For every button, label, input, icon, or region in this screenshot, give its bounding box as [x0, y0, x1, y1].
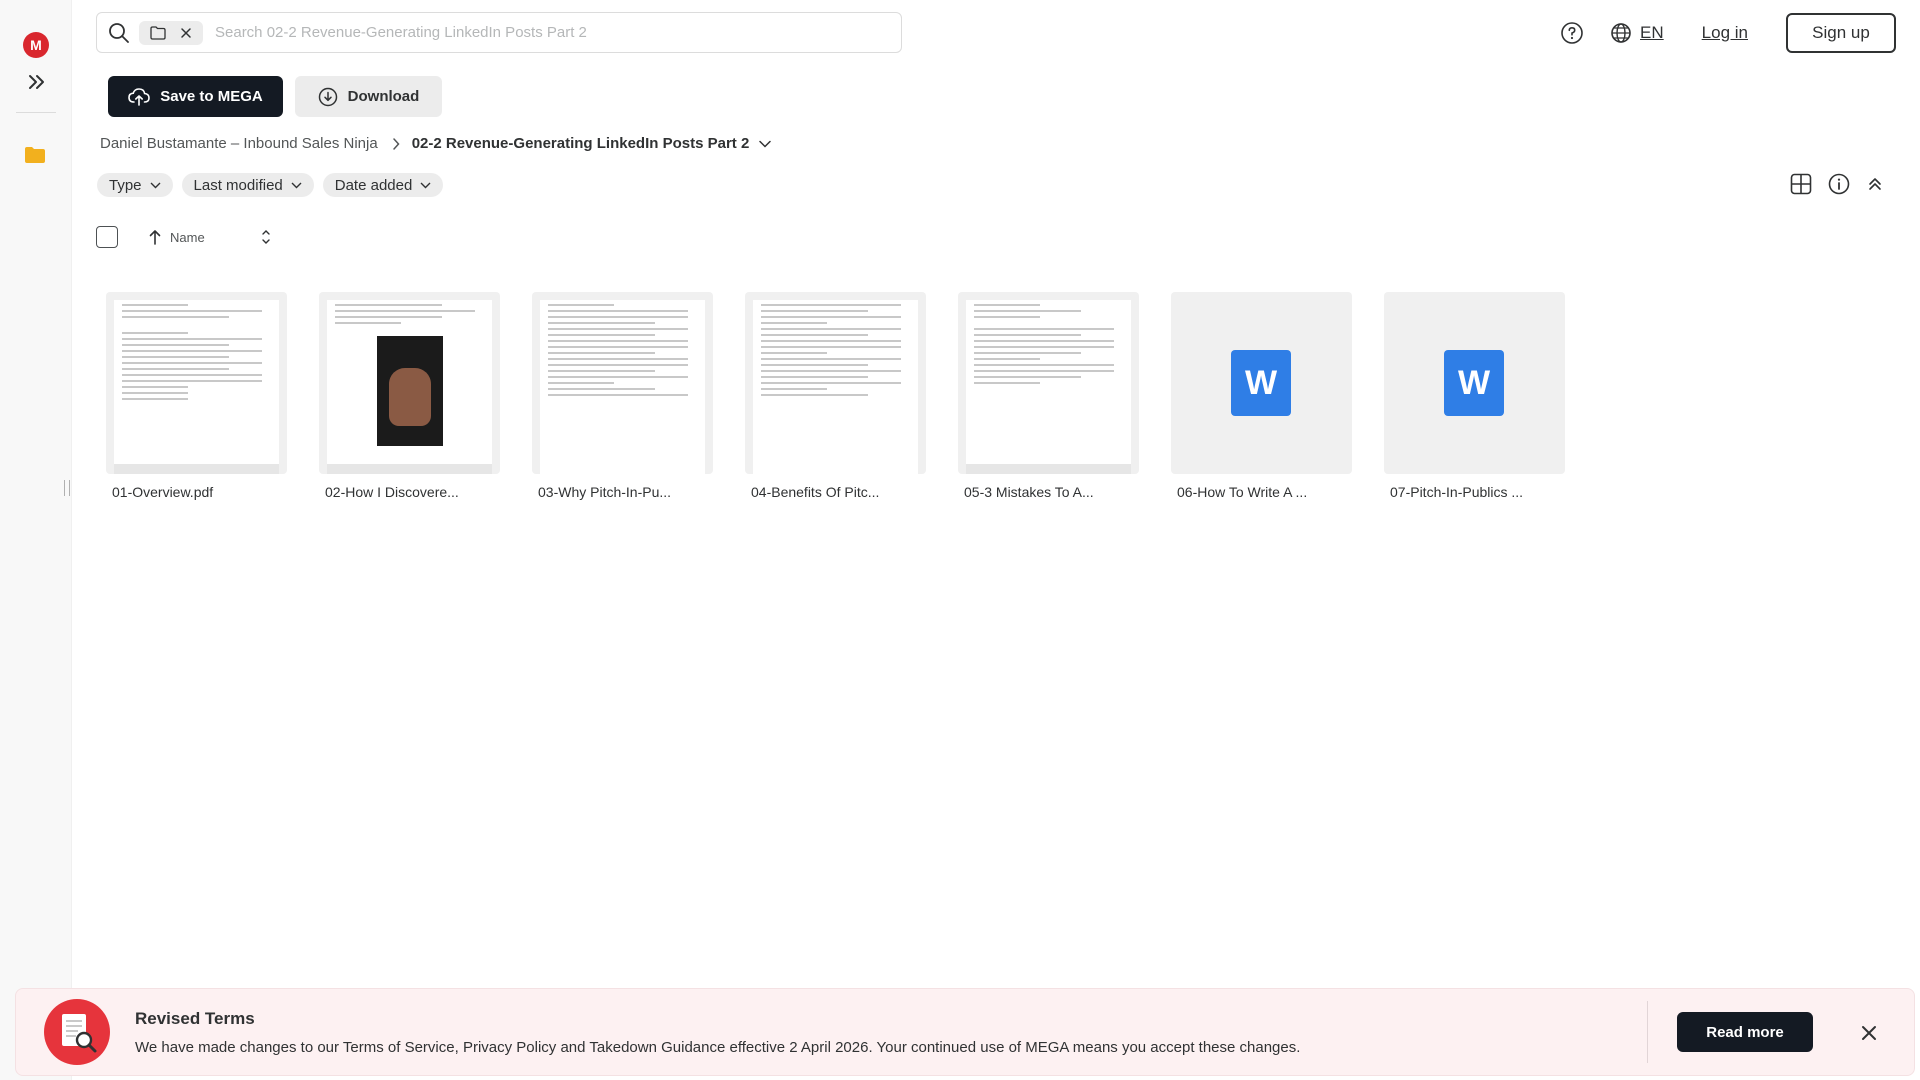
- rail-divider: [16, 112, 56, 113]
- mega-logo[interactable]: M: [23, 32, 49, 58]
- file-name: 07-Pitch-In-Publics ...: [1390, 484, 1524, 500]
- pdf-page-preview: [114, 300, 279, 474]
- file-tile[interactable]: W 06-How To Write A ...: [1171, 292, 1352, 500]
- login-link[interactable]: Log in: [1702, 23, 1748, 43]
- folder-outline-icon: [150, 25, 166, 40]
- download-label: Download: [347, 88, 420, 105]
- breadcrumb-current: 02-2 Revenue-Generating LinkedIn Posts P…: [411, 135, 750, 152]
- banner-message: We have made changes to our Terms of Ser…: [135, 1039, 1301, 1056]
- left-rail: M: [0, 0, 72, 1080]
- name-column-header[interactable]: Name: [170, 230, 205, 245]
- language-selector[interactable]: EN: [1610, 22, 1664, 44]
- filter-type[interactable]: Type: [97, 173, 173, 197]
- file-thumbnail: W: [1384, 292, 1565, 474]
- search-bar: [96, 12, 902, 53]
- help-icon[interactable]: [1560, 21, 1584, 45]
- view-tools: [1774, 173, 1884, 195]
- file-thumbnail: [106, 292, 287, 474]
- word-document-icon: W: [1444, 350, 1504, 416]
- header-actions: EN Log in Sign up: [1560, 12, 1896, 53]
- chevron-right-icon: [392, 137, 400, 150]
- word-document-icon: W: [1231, 350, 1291, 416]
- sort-ascending-icon[interactable]: [148, 229, 162, 245]
- file-name: 06-How To Write A ...: [1177, 484, 1308, 500]
- grid-view-icon[interactable]: [1790, 173, 1812, 195]
- portrait-photo: [377, 336, 443, 446]
- filter-type-label: Type: [109, 176, 142, 194]
- read-more-button[interactable]: Read more: [1677, 1012, 1813, 1052]
- terms-document-icon: [44, 999, 110, 1065]
- file-tile[interactable]: 03-Why Pitch-In-Pu...: [532, 292, 713, 500]
- sidebar-resize-handle[interactable]: [64, 480, 70, 496]
- banner-divider: [1647, 1001, 1648, 1063]
- pdf-page-preview: [753, 300, 918, 474]
- file-name: 02-How I Discovere...: [325, 484, 459, 500]
- action-buttons: Save to MEGA Download: [108, 76, 442, 117]
- list-header: Name: [96, 226, 271, 248]
- file-tile[interactable]: 04-Benefits Of Pitc...: [745, 292, 926, 500]
- expand-sidebar-icon[interactable]: [26, 72, 48, 92]
- search-scope-chip: [139, 20, 203, 45]
- chevron-down-icon[interactable]: [759, 140, 772, 148]
- breadcrumb: Daniel Bustamante – Inbound Sales Ninja …: [100, 135, 772, 152]
- sort-toggle-icon[interactable]: [261, 228, 271, 246]
- clear-scope-icon[interactable]: [180, 27, 192, 39]
- info-icon[interactable]: [1828, 173, 1850, 195]
- breadcrumb-parent[interactable]: Daniel Bustamante – Inbound Sales Ninja: [100, 135, 378, 152]
- cloud-drive-folder-icon[interactable]: [24, 146, 46, 164]
- download-button[interactable]: Download: [295, 76, 442, 117]
- collapse-up-icon[interactable]: [1866, 175, 1884, 193]
- chevron-down-icon: [291, 182, 302, 188]
- pdf-page-preview: [327, 300, 492, 474]
- filter-bar: Type Last modified Date added: [97, 173, 452, 197]
- pdf-page-preview: [966, 300, 1131, 474]
- file-thumbnail: W: [1171, 292, 1352, 474]
- pdf-page-preview: [540, 300, 705, 474]
- chevron-down-icon: [420, 182, 431, 188]
- file-thumbnail: [319, 292, 500, 474]
- file-tile[interactable]: W 07-Pitch-In-Publics ...: [1384, 292, 1565, 500]
- file-tile[interactable]: 02-How I Discovere...: [319, 292, 500, 500]
- file-thumbnail: [958, 292, 1139, 474]
- filter-last-modified[interactable]: Last modified: [181, 173, 314, 197]
- file-grid: 01-Overview.pdf 02-How I Discovere... 03…: [106, 292, 1597, 500]
- filter-date-added-label: Date added: [334, 176, 413, 194]
- cloud-upload-icon: [128, 87, 151, 106]
- search-icon[interactable]: [107, 21, 131, 45]
- filter-last-modified-label: Last modified: [193, 176, 283, 194]
- file-thumbnail: [745, 292, 926, 474]
- download-icon: [318, 87, 337, 106]
- filter-date-added[interactable]: Date added: [322, 173, 444, 197]
- revised-terms-banner: Revised Terms We have made changes to ou…: [15, 988, 1915, 1076]
- file-name: 04-Benefits Of Pitc...: [751, 484, 880, 500]
- save-to-mega-label: Save to MEGA: [160, 88, 263, 105]
- select-all-checkbox[interactable]: [96, 226, 118, 248]
- file-tile[interactable]: 01-Overview.pdf: [106, 292, 287, 500]
- file-name: 05-3 Mistakes To A...: [964, 484, 1094, 500]
- file-name: 01-Overview.pdf: [112, 484, 214, 500]
- chevron-down-icon: [150, 182, 161, 188]
- language-label: EN: [1640, 22, 1664, 42]
- file-thumbnail: [532, 292, 713, 474]
- save-to-mega-button[interactable]: Save to MEGA: [108, 76, 283, 117]
- globe-icon: [1611, 22, 1631, 43]
- file-name: 03-Why Pitch-In-Pu...: [538, 484, 672, 500]
- search-input[interactable]: [215, 24, 875, 41]
- banner-title: Revised Terms: [135, 1009, 255, 1028]
- signup-button[interactable]: Sign up: [1786, 12, 1896, 53]
- close-icon[interactable]: [1858, 1022, 1880, 1044]
- file-tile[interactable]: 05-3 Mistakes To A...: [958, 292, 1139, 500]
